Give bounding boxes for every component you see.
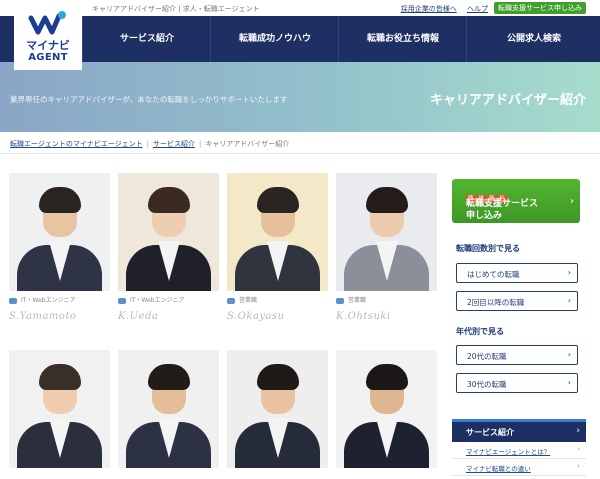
advisor-card[interactable]: IT・Webエンジニア K.Ueda: [118, 173, 219, 322]
advisor-photo: [118, 173, 219, 291]
second-change-label: 2回目以降の転職: [467, 298, 525, 307]
chevron-right-icon: ›: [567, 296, 571, 305]
age-30s-button[interactable]: 30代の転職 ›: [456, 373, 578, 393]
first-change-label: はじめての転職: [467, 270, 520, 279]
specialty-badge-icon: [336, 297, 344, 304]
advisor-specialty: 営業職: [227, 295, 328, 305]
advisor-photo: [336, 350, 437, 468]
advisor-photo: [9, 350, 110, 468]
age-20s-label: 20代の転職: [467, 352, 507, 361]
service-section-header[interactable]: サービス紹介 ›: [452, 419, 586, 442]
advisor-specialty: 営業職: [336, 295, 437, 305]
advisor-grid: IT・Webエンジニア S.Yamamoto IT・Webエンジニア K.Ueda 営業…: [9, 173, 439, 479]
utility-bar: キャリアアドバイザー紹介 | 求人・転職エージェント 採用企業の皆様へ ヘルプ …: [0, 0, 600, 16]
logo-mark-icon: [28, 11, 66, 35]
advisor-signature: S.Okayasu: [227, 311, 285, 322]
breadcrumb: 転職エージェントのマイナビエージェント | サービス紹介 | キャリアアドバイザー紹介: [0, 133, 600, 154]
advisor-photo-hair: [148, 364, 190, 390]
advisor-photo: [9, 173, 110, 291]
advisor-photo-hair: [366, 364, 408, 390]
chevron-right-icon: ›: [576, 426, 580, 436]
advisor-photo: [227, 350, 328, 468]
nav-item-service[interactable]: サービス紹介: [82, 16, 211, 62]
breadcrumb-service[interactable]: サービス紹介: [153, 140, 195, 148]
advisor-card[interactable]: [227, 350, 328, 468]
nav-item-job-search[interactable]: 公開求人検索: [466, 16, 600, 62]
logo-brand-en: AGENT: [28, 52, 68, 63]
chevron-right-icon: ›: [567, 378, 571, 387]
help-link[interactable]: ヘルプ: [467, 5, 488, 13]
nav-item-useful-info[interactable]: 転職お役立ち情報: [338, 16, 467, 62]
utility-links: 採用企業の皆様へ ヘルプ: [393, 4, 488, 14]
logo-brand-ja: マイナビ: [26, 39, 70, 52]
advisor-photo-hair: [39, 187, 81, 213]
second-change-button[interactable]: 2回目以降の転職 ›: [456, 291, 578, 311]
first-change-button[interactable]: はじめての転職 ›: [456, 263, 578, 283]
advisor-photo-hair: [148, 187, 190, 213]
age-30s-label: 30代の転職: [467, 380, 507, 389]
advisor-photo: [336, 173, 437, 291]
advisor-card[interactable]: IT・Webエンジニア S.Yamamoto: [9, 173, 110, 322]
specialty-badge-icon: [9, 297, 17, 304]
breadcrumb-separator: |: [146, 140, 149, 148]
sidebar-apply-button[interactable]: 簡単無料 転職支援サービス 申し込み ›: [452, 179, 580, 223]
header-apply-button[interactable]: 転職支援サービス申し込み: [494, 2, 586, 14]
nav-item-know-how[interactable]: 転職成功ノウハウ: [210, 16, 339, 62]
advisor-photo-hair: [257, 187, 299, 213]
hero-banner: 業界専任のキャリアアドバイザーが、あなたの転職をしっかりサポートいたします キャ…: [0, 62, 600, 132]
advisor-signature: S.Yamamoto: [9, 311, 77, 322]
chevron-right-icon: ›: [570, 196, 574, 207]
chevron-right-icon: ›: [577, 445, 580, 453]
age-20s-button[interactable]: 20代の転職 ›: [456, 345, 578, 365]
advisor-specialty-label: 営業職: [239, 297, 258, 304]
apply-label-line2: 申し込み: [466, 211, 503, 221]
advisor-card[interactable]: [118, 350, 219, 468]
chevron-right-icon: ›: [567, 268, 571, 277]
advisor-photo: [118, 350, 219, 468]
advisor-specialty: IT・Webエンジニア: [9, 295, 110, 305]
by-age-heading: 年代別で見る: [456, 327, 504, 336]
service-link-about[interactable]: マイナビエージェントとは？ ›: [452, 442, 586, 459]
service-link-difference-label: マイナビ転職との違い: [466, 465, 531, 473]
global-nav: サービス紹介 転職成功ノウハウ 転職お役立ち情報 公開求人検索: [0, 16, 600, 62]
for-employers-link[interactable]: 採用企業の皆様へ: [401, 5, 457, 13]
advisor-photo-hair: [39, 364, 81, 390]
chevron-right-icon: ›: [577, 462, 580, 470]
service-section-title: サービス紹介: [466, 428, 514, 437]
mynavi-agent-logo[interactable]: マイナビ AGENT: [14, 4, 82, 70]
breadcrumb-current: キャリアアドバイザー紹介: [205, 140, 290, 148]
page-title: キャリアアドバイザー紹介: [429, 93, 586, 108]
service-link-about-label: マイナビエージェントとは？: [466, 448, 551, 456]
advisor-specialty-label: IT・Webエンジニア: [21, 297, 76, 304]
chevron-right-icon: ›: [567, 350, 571, 359]
breadcrumb-home[interactable]: 転職エージェントのマイナビエージェント: [10, 140, 143, 148]
advisor-card[interactable]: 営業職 S.Okayasu: [227, 173, 328, 322]
advisor-specialty: IT・Webエンジニア: [118, 295, 219, 305]
advisor-specialty-label: IT・Webエンジニア: [130, 297, 185, 304]
service-link-difference[interactable]: マイナビ転職との違い ›: [452, 459, 586, 476]
site-tagline: キャリアアドバイザー紹介 | 求人・転職エージェント: [92, 5, 260, 13]
advisor-photo: [227, 173, 328, 291]
advisor-card[interactable]: 営業職 K.Ohtsuki: [336, 173, 437, 322]
advisor-card[interactable]: [9, 350, 110, 468]
hero-subtitle: 業界専任のキャリアアドバイザーが、あなたの転職をしっかりサポートいたします: [10, 95, 288, 104]
specialty-badge-icon: [227, 297, 235, 304]
advisor-card[interactable]: [336, 350, 437, 468]
advisor-photo-hair: [366, 187, 408, 213]
specialty-badge-icon: [118, 297, 126, 304]
by-count-heading: 転職回数別で見る: [456, 244, 520, 253]
advisor-signature: K.Ohtsuki: [336, 311, 391, 322]
breadcrumb-separator: |: [198, 140, 202, 148]
advisor-specialty-label: 営業職: [348, 297, 367, 304]
advisor-photo-hair: [257, 364, 299, 390]
advisor-signature: K.Ueda: [118, 311, 159, 322]
